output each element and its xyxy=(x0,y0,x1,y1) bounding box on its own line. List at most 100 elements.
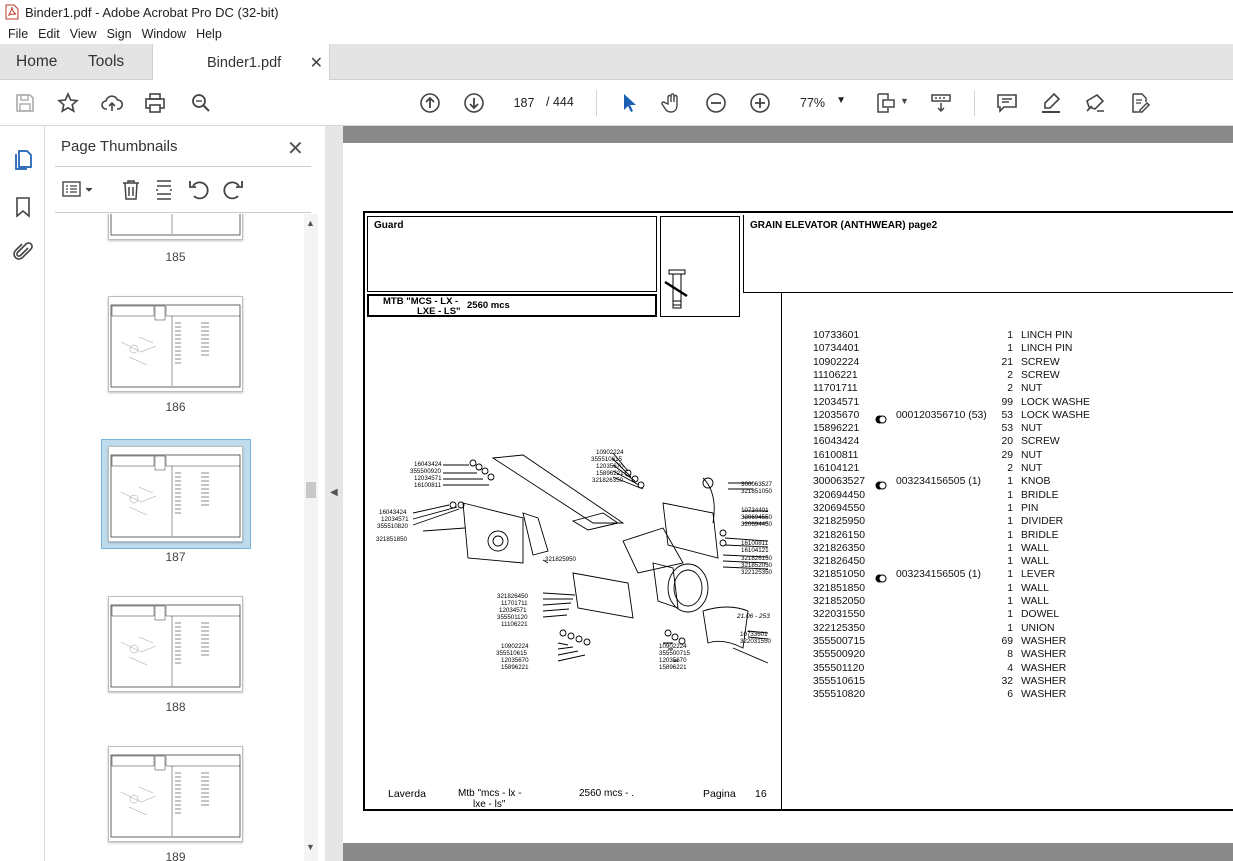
sign-pen-icon[interactable] xyxy=(1083,91,1107,115)
save-icon[interactable] xyxy=(13,91,37,115)
part-code: 11701711 xyxy=(813,383,858,395)
part-code: 10902224 xyxy=(813,356,860,368)
bookmark-icon[interactable] xyxy=(11,195,35,219)
menu-edit[interactable]: Edit xyxy=(38,27,60,41)
footer-mcs: 2560 mcs - . xyxy=(579,788,635,799)
zoom-value: 77% xyxy=(800,96,826,110)
menu-help[interactable]: Help xyxy=(196,27,222,41)
part-quantity: 53 xyxy=(1001,423,1013,435)
rotate-left-icon[interactable] xyxy=(187,178,211,207)
scroll-up-icon[interactable]: ▲ xyxy=(306,218,315,228)
part-code: 321852050 xyxy=(813,596,866,607)
part-code: 16104121 xyxy=(813,463,860,474)
close-panel-icon[interactable]: ✕ xyxy=(287,136,304,161)
zoom-search-icon[interactable] xyxy=(189,91,213,115)
menu-window[interactable]: Window xyxy=(142,27,186,41)
zoom-level-select[interactable]: 77% ▼ xyxy=(790,91,852,115)
footer-model-line2: lxe - ls" xyxy=(473,799,506,810)
chevron-down-icon: ▼ xyxy=(836,95,846,106)
main-toolbar: 187 / 444 77% ▼ ▼ xyxy=(0,80,1233,126)
tab-tools[interactable]: Tools xyxy=(88,44,124,80)
thumbnail-page[interactable] xyxy=(108,596,243,692)
thumbnail-page[interactable] xyxy=(108,214,243,240)
hand-tool-icon[interactable] xyxy=(660,91,684,115)
part-quantity: 1 xyxy=(1007,502,1013,514)
extract-pages-icon[interactable] xyxy=(153,178,175,207)
previous-page-icon[interactable] xyxy=(418,91,442,115)
callout-label: 322031550 xyxy=(740,638,771,645)
zoom-in-icon[interactable] xyxy=(748,91,772,115)
attachment-icon[interactable] xyxy=(11,240,35,264)
part-quantity: 20 xyxy=(1001,436,1013,448)
cloud-upload-icon[interactable] xyxy=(100,91,124,115)
callout-label: 16043424 xyxy=(414,461,442,468)
thumbnail-page[interactable] xyxy=(108,746,243,842)
part-code: 321825950 xyxy=(813,516,866,528)
callout-label: 10902224 xyxy=(596,449,624,456)
thumbnail-options-icon[interactable] xyxy=(62,179,93,201)
star-icon[interactable] xyxy=(56,91,80,115)
footer-pagina-label: Pagina xyxy=(703,788,736,800)
callout-label: 321851050 xyxy=(741,488,772,495)
page-fit-chevron-icon[interactable]: ▼ xyxy=(900,96,909,106)
part-quantity: 4 xyxy=(1007,662,1013,674)
page-gap xyxy=(343,843,1233,861)
part-code: 355510615 xyxy=(813,675,866,687)
page-thumbnails-icon[interactable] xyxy=(11,148,35,172)
part-name: KNOB xyxy=(1021,476,1051,488)
model-mcs: 2560 mcs xyxy=(467,300,510,311)
select-cursor-icon[interactable] xyxy=(617,91,641,115)
part-quantity: 1 xyxy=(1007,582,1013,594)
callout-label: 355501120 xyxy=(497,614,528,621)
close-tab-icon[interactable]: ✕ xyxy=(310,53,323,73)
rotate-right-icon[interactable] xyxy=(221,178,245,207)
callout-label: 355510820 xyxy=(377,523,408,530)
part-quantity: 2 xyxy=(1007,383,1013,395)
highlight-pen-icon[interactable] xyxy=(1039,91,1063,115)
delete-page-icon[interactable] xyxy=(120,178,142,207)
callout-label: 10734401 xyxy=(741,507,769,514)
zoom-out-icon[interactable] xyxy=(704,91,728,115)
part-name: WASHER xyxy=(1021,675,1067,687)
edit-pdf-icon[interactable] xyxy=(1127,91,1151,115)
tab-home[interactable]: Home xyxy=(16,44,57,80)
part-code: 355501120 xyxy=(813,662,865,674)
callout-label: 321826450 xyxy=(497,593,528,600)
part-quantity: 1 xyxy=(1007,609,1013,621)
part-name: DOWEL xyxy=(1021,609,1060,621)
menu-file[interactable]: File xyxy=(8,27,28,41)
part-name: DIVIDER xyxy=(1021,516,1064,528)
page-number-input[interactable]: 187 xyxy=(506,91,542,115)
scroll-down-icon[interactable]: ▼ xyxy=(306,842,315,852)
part-quantity: 1 xyxy=(1007,489,1013,501)
menu-view[interactable]: View xyxy=(70,27,97,41)
thumbnail-page-number: 186 xyxy=(165,400,186,414)
comment-icon[interactable] xyxy=(995,91,1019,115)
part-name: NUT xyxy=(1021,449,1043,461)
thumbnail-page-selected[interactable] xyxy=(108,446,243,542)
part-code: 16100811 xyxy=(813,449,859,461)
tab-document[interactable]: Binder1.pdf ✕ xyxy=(152,44,330,81)
menu-bar: File Edit View Sign Window Help xyxy=(0,24,1233,44)
part-quantity: 1 xyxy=(1007,516,1013,528)
interchangeable-part-icon xyxy=(875,411,887,424)
callout-label: 10733601 xyxy=(740,631,768,638)
toolbar-divider xyxy=(596,90,597,116)
next-page-icon[interactable] xyxy=(462,91,486,115)
print-icon[interactable] xyxy=(143,91,167,115)
part-name: LINCH PIN xyxy=(1021,330,1073,341)
scrollbar-thumb[interactable] xyxy=(306,482,316,498)
menu-sign[interactable]: Sign xyxy=(107,27,132,41)
scroll-mode-icon[interactable] xyxy=(929,91,953,115)
collapse-panel-handle[interactable]: ◀ xyxy=(325,126,343,861)
thumbnail-scrollbar[interactable]: ▲ ▼ xyxy=(304,214,318,861)
part-name: LINCH PIN xyxy=(1021,343,1073,355)
page-gap xyxy=(343,126,1233,143)
part-code: 12034571 xyxy=(813,396,860,408)
part-name: NUT xyxy=(1021,383,1043,395)
thumbnail-page-number: 188 xyxy=(165,700,186,714)
thumbnail-page[interactable] xyxy=(108,296,243,392)
page-fit-icon[interactable] xyxy=(874,91,898,115)
thumbnail-page-number: 187 xyxy=(165,550,186,564)
callout-label: 10902224 xyxy=(659,643,687,650)
